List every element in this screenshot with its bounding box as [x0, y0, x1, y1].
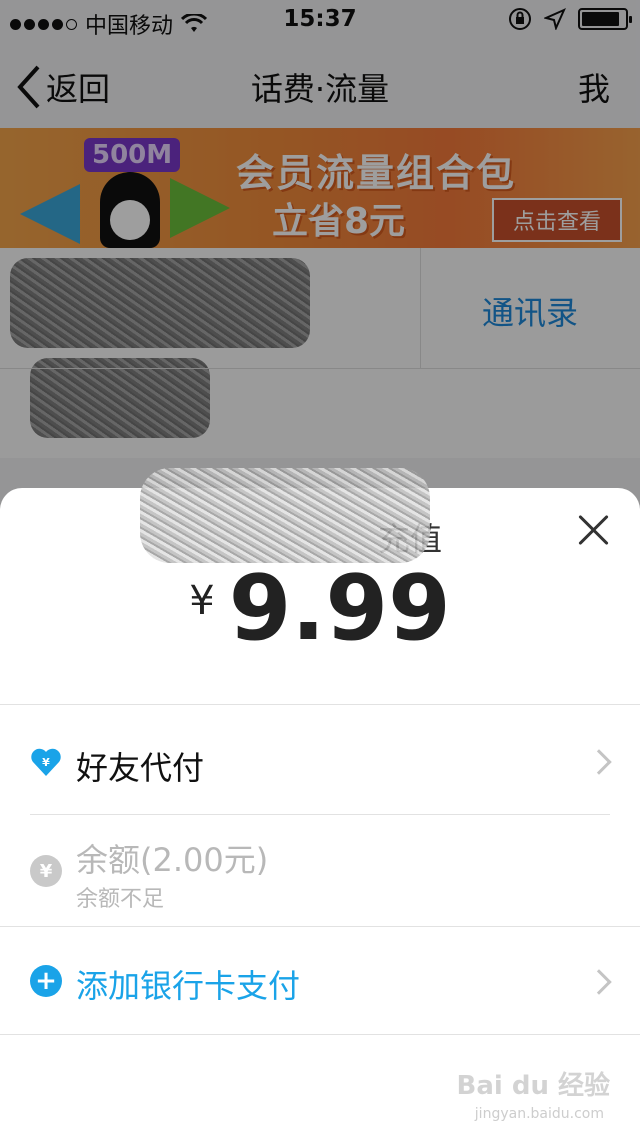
- pay-option-friend[interactable]: ¥ 好友代付: [0, 705, 640, 815]
- pay-option-add-card[interactable]: + 添加银行卡支付: [0, 927, 640, 1037]
- pay-option-label: 好友代付: [76, 749, 205, 787]
- svg-text:¥: ¥: [42, 756, 50, 769]
- pay-option-sublabel: 余额不足: [76, 887, 165, 912]
- chevron-right-icon: [586, 969, 612, 995]
- watermark-logo: Bai du 经验: [456, 1071, 611, 1101]
- pay-option-balance: ¥ 余额(2.00元) 余额不足: [0, 815, 640, 925]
- redacted-title: [140, 468, 430, 563]
- pay-option-label: 添加银行卡支付: [76, 967, 301, 1005]
- amount-display: ¥ 9.99: [0, 564, 640, 654]
- watermark-url: jingyan.baidu.com: [474, 1106, 604, 1122]
- heart-yen-icon: ¥: [31, 748, 61, 776]
- plus-circle-icon: +: [30, 965, 62, 997]
- amount-value: 9.99: [228, 556, 451, 661]
- yen-circle-icon: ¥: [30, 855, 62, 887]
- divider: [0, 1034, 640, 1035]
- pay-option-label: 余额(2.00元): [76, 841, 269, 879]
- close-button[interactable]: [574, 510, 614, 550]
- currency-symbol: ¥: [189, 578, 215, 624]
- payment-sheet: 充值 ¥ 9.99 ¥ 好友代付 ¥ 余额(2.00元) 余额不足 + 添加银行…: [0, 468, 640, 1136]
- chevron-right-icon: [586, 749, 612, 775]
